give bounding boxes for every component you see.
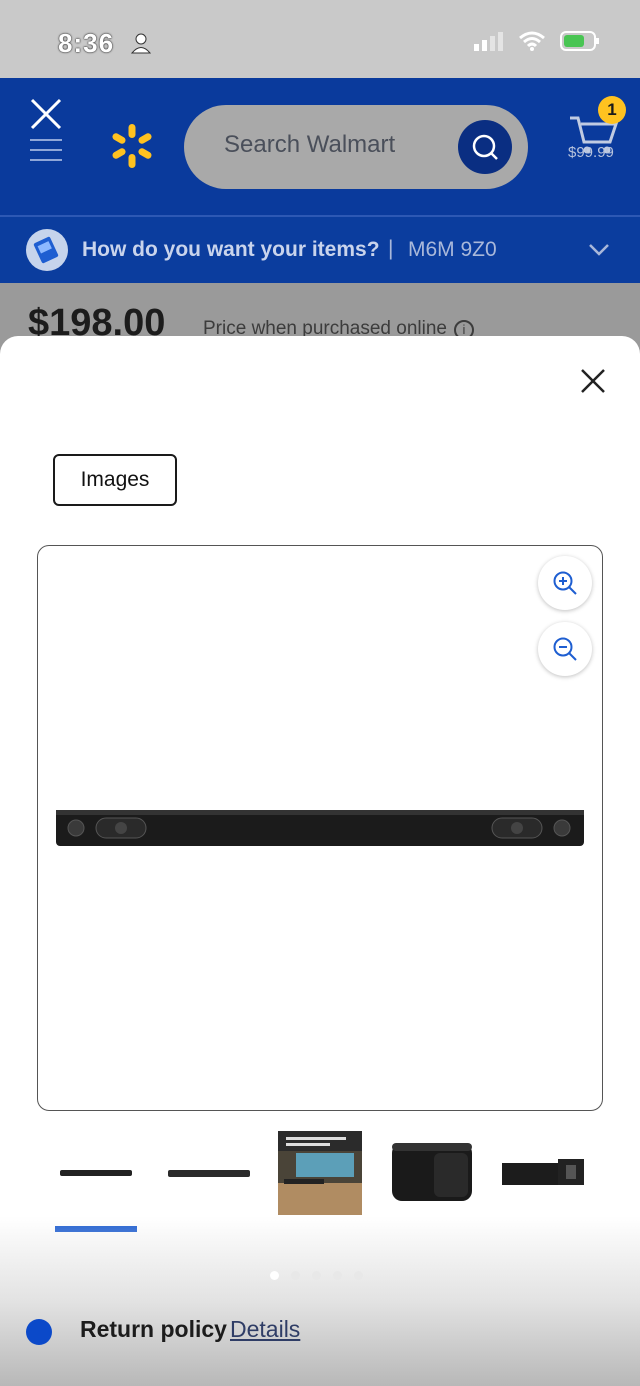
status-bar: 8:36 [0,0,640,78]
cart-total[interactable]: $99.99 [568,144,614,161]
return-policy-label: Return policy [80,1316,227,1342]
close-icon[interactable] [578,366,608,396]
chevron-down-icon[interactable] [588,241,610,259]
delivery-question: How do you want your items? [82,238,380,261]
pagination-dot[interactable] [291,1271,300,1280]
battery-icon [560,31,599,51]
wifi-icon [519,31,545,51]
pagination-dot[interactable] [312,1271,321,1280]
zoom-in-button[interactable] [538,556,592,610]
cart-count-badge: 1 [598,96,626,124]
thumbnail-lifestyle-promo[interactable] [278,1131,362,1215]
search-placeholder: Search Walmart [224,131,396,158]
pagination-dot[interactable] [354,1271,363,1280]
main-image-viewer[interactable] [37,545,603,1111]
return-policy-details-link[interactable]: Details [230,1316,300,1343]
search-icon [472,134,498,160]
delivery-separator: | [388,237,394,260]
pagination-dots [270,1271,363,1280]
tab-images[interactable]: Images [53,454,177,506]
delivery-icon [26,229,68,271]
return-policy-icon [26,1319,52,1345]
thumbnail-soundbar-angle[interactable] [166,1131,250,1215]
zoom-in-icon [553,571,577,595]
image-viewer-modal: Images Return policy Details [0,336,640,1386]
thumbnail-subwoofer[interactable] [390,1131,474,1215]
postal-code: M6M 9Z0 [408,238,497,261]
search-input[interactable]: Search Walmart [184,105,528,189]
bottom-fade [0,1216,640,1386]
zoom-out-icon [553,637,577,661]
thumbnail-soundbar-end[interactable] [502,1131,586,1215]
person-icon [130,33,152,54]
pagination-dot[interactable] [333,1271,342,1280]
thumbnail-soundbar-front[interactable] [54,1131,138,1215]
search-button[interactable] [458,120,512,174]
zoom-out-button[interactable] [538,622,592,676]
pagination-dot-active[interactable] [270,1271,279,1280]
walmart-spark-logo[interactable] [108,122,156,170]
close-menu-icon[interactable] [26,96,68,162]
delivery-selector[interactable]: How do you want your items? | M6M 9Z0 [0,217,640,283]
status-time: 8:36 [58,28,115,58]
product-image-soundbar [56,810,584,846]
site-header: Search Walmart [0,78,640,216]
signal-icon [474,32,503,51]
